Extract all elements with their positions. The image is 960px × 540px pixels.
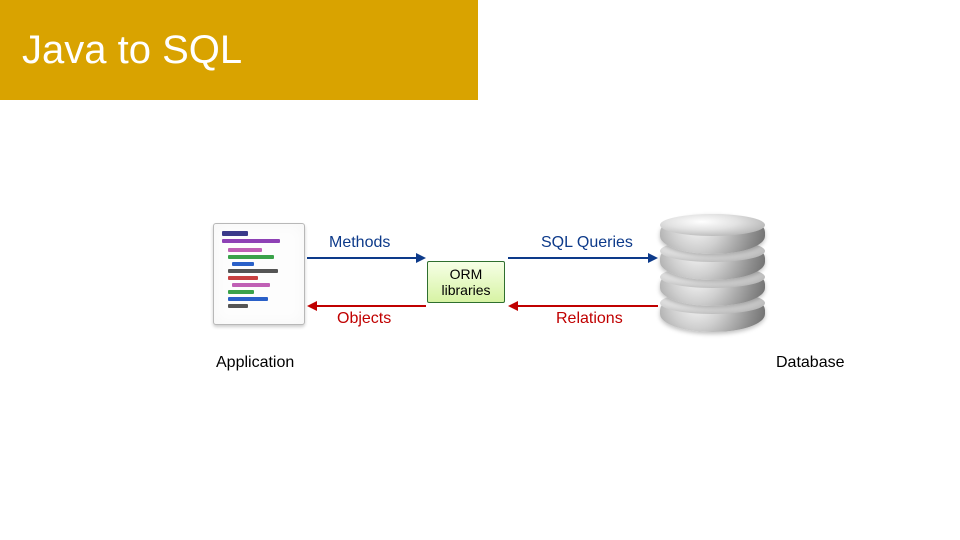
label-application: Application (216, 354, 294, 372)
label-database: Database (776, 354, 845, 372)
label-sql-queries: SQL Queries (541, 234, 633, 252)
label-methods: Methods (329, 234, 390, 252)
orm-label: ORM libraries (428, 266, 504, 298)
database-cylinder-icon (660, 214, 765, 334)
orm-libraries-node: ORM libraries (427, 261, 505, 303)
application-code-icon (213, 223, 305, 325)
label-objects: Objects (337, 310, 391, 328)
diagram-stage: ORM libraries Methods Objects SQL Querie… (0, 0, 960, 540)
label-relations: Relations (556, 310, 623, 328)
